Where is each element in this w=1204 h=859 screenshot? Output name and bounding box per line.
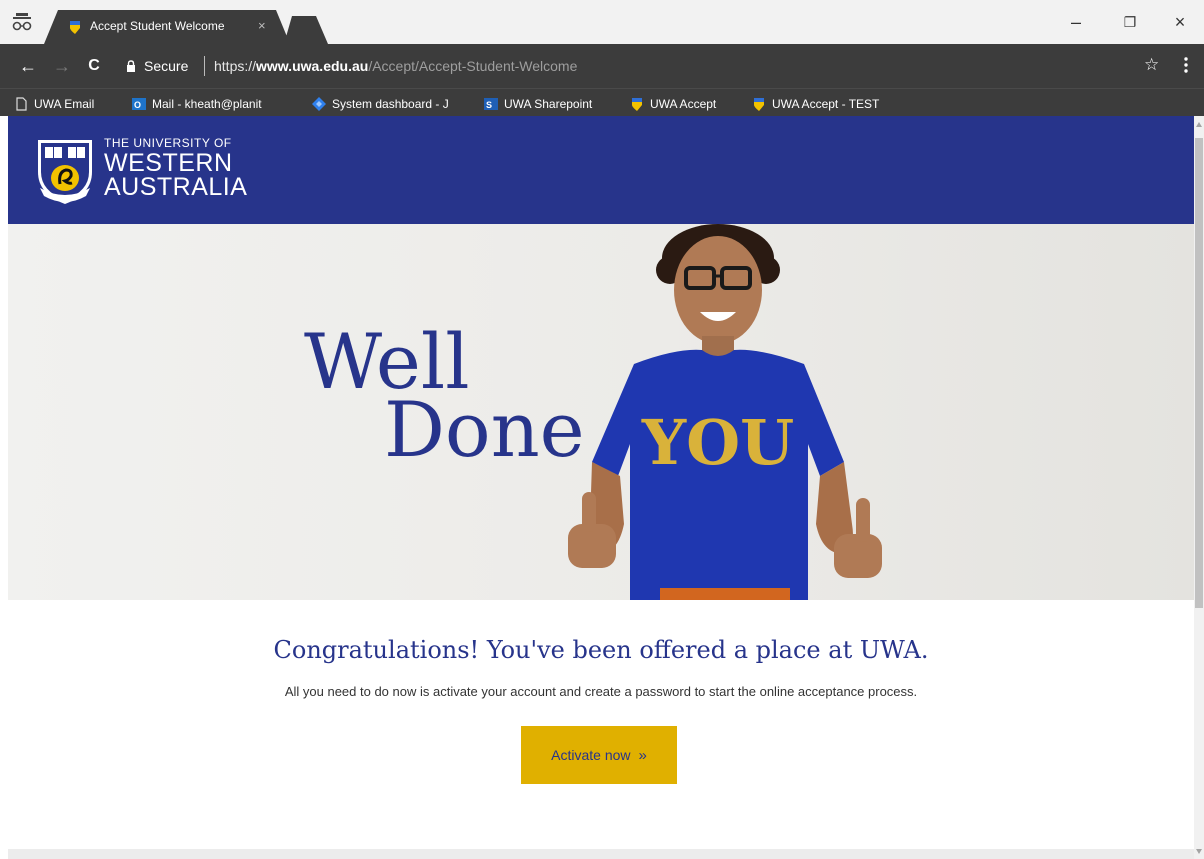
bookmark-uwa-accept[interactable]: UWA Accept <box>630 95 716 113</box>
logo-line-2: WESTERN <box>104 149 233 177</box>
footer-band <box>8 849 1194 859</box>
page-description: All you need to do now is activate your … <box>284 684 918 699</box>
browser-toolbar: ← → C Secure https://www.uwa.edu.au/Acce… <box>0 44 1204 88</box>
reload-button[interactable]: C <box>84 56 104 76</box>
security-label: Secure <box>144 58 189 74</box>
activate-now-button[interactable]: Activate now » <box>521 726 677 784</box>
hero-headline-done: Done <box>384 385 585 474</box>
browser-tabstrip: Accept Student Welcome × – ❐ × <box>0 0 1204 44</box>
bookmark-label: UWA Accept - TEST <box>772 97 880 111</box>
uwa-crest-logo[interactable] <box>36 136 94 206</box>
jira-icon <box>312 97 326 111</box>
logo-line-1: THE UNIVERSITY OF <box>104 136 232 150</box>
scroll-up-arrow-icon[interactable] <box>1196 122 1202 127</box>
incognito-icon <box>12 13 32 31</box>
svg-text:O: O <box>134 100 141 110</box>
bookmark-uwa-sharepoint[interactable]: S UWA Sharepoint <box>484 95 592 113</box>
address-bar[interactable]: Secure https://www.uwa.edu.au/Accept/Acc… <box>116 52 1174 80</box>
hero-banner: Well Done YOU <box>8 224 1194 600</box>
site-header: THE UNIVERSITY OF WESTERN AUSTRALIA <box>8 116 1194 224</box>
bookmark-label: UWA Email <box>34 97 95 111</box>
new-tab-button[interactable] <box>284 16 328 44</box>
bookmark-system-dashboard[interactable]: System dashboard - J <box>312 95 449 113</box>
forward-button[interactable]: → <box>52 56 72 76</box>
url-scheme: https:// <box>214 58 257 74</box>
url-path: /Accept/Accept-Student-Welcome <box>368 58 578 74</box>
kebab-menu-icon[interactable] <box>1184 56 1188 74</box>
tab-accept-student-welcome[interactable]: Accept Student Welcome × <box>44 10 290 44</box>
restore-button[interactable]: ❐ <box>1120 12 1140 32</box>
scrollbar-thumb[interactable] <box>1195 138 1203 608</box>
bookmark-label: UWA Sharepoint <box>504 97 593 111</box>
page-title: Congratulations! You've been offered a p… <box>273 636 929 664</box>
uwa-crest-icon <box>632 98 642 111</box>
tab-close-icon[interactable]: × <box>258 18 266 33</box>
bookmark-star-icon[interactable]: ☆ <box>1144 55 1159 75</box>
url-host: www.uwa.edu.au <box>256 58 369 74</box>
sharepoint-icon: S <box>484 98 498 110</box>
url-text[interactable]: https://www.uwa.edu.au/Accept/Accept-Stu… <box>214 58 577 74</box>
shirt-text: YOU <box>641 406 794 479</box>
bookmark-uwa-accept-test[interactable]: UWA Accept - TEST <box>752 95 879 113</box>
lock-icon <box>127 60 135 72</box>
activate-now-label: Activate now <box>551 747 631 763</box>
page-icon <box>16 97 27 111</box>
uwa-crest-icon <box>70 21 80 34</box>
bookmark-mail[interactable]: O Mail - kheath@planit <box>132 95 262 113</box>
scroll-down-arrow-icon[interactable] <box>1196 849 1202 854</box>
double-chevron-right-icon: » <box>638 746 647 764</box>
logo-line-3: AUSTRALIA <box>104 173 248 201</box>
svg-text:S: S <box>486 100 492 110</box>
bookmark-uwa-email[interactable]: UWA Email <box>14 95 94 113</box>
page-scrollbar[interactable] <box>1194 116 1204 859</box>
student-photo: YOU <box>568 224 882 600</box>
bookmark-label: System dashboard - J <box>332 97 449 111</box>
minimize-button[interactable]: – <box>1066 12 1086 32</box>
tab-title: Accept Student Welcome <box>90 19 225 33</box>
back-button[interactable]: ← <box>18 56 38 76</box>
close-window-button[interactable]: × <box>1170 12 1190 32</box>
address-separator <box>204 56 205 76</box>
bookmark-label: Mail - kheath@planit <box>152 97 262 111</box>
uwa-crest-icon <box>754 98 764 111</box>
bookmarks-bar: UWA Email O Mail - kheath@planit System … <box>0 88 1204 116</box>
bookmark-label: UWA Accept <box>650 97 717 111</box>
outlook-icon: O <box>132 98 146 110</box>
page-viewport: THE UNIVERSITY OF WESTERN AUSTRALIA Well… <box>8 116 1194 859</box>
